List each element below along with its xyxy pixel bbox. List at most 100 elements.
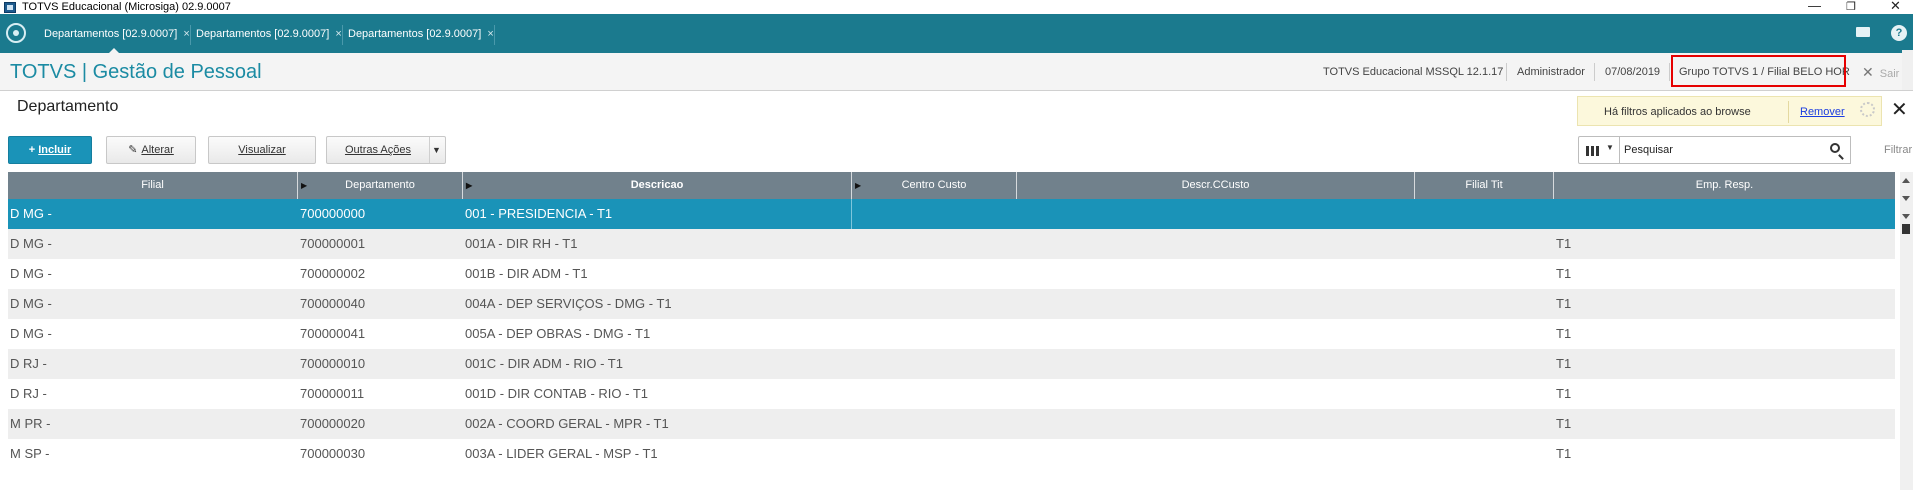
table-row[interactable]: D MG - 700000002 001B - DIR ADM - T1 T1 <box>8 259 1895 289</box>
plus-icon: + <box>28 144 36 156</box>
filter-button[interactable]: Filtrar <box>1884 144 1912 156</box>
search-input[interactable] <box>1619 136 1851 164</box>
cell-descricao: 001C - DIR ADM - RIO - T1 <box>465 356 623 371</box>
column-header-departamento[interactable]: ▶ Departamento <box>298 172 463 199</box>
cell-descricao: 001D - DIR CONTAB - RIO - T1 <box>465 386 648 401</box>
view-label: Visualizar <box>238 144 286 156</box>
tab-departamentos-2[interactable]: Departamentos [02.9.0007] × <box>192 23 342 45</box>
cell-emp-resp: T1 <box>1556 386 1572 401</box>
column-header-label: Emp. Resp. <box>1695 179 1754 191</box>
column-expand-icon[interactable]: ▶ <box>301 172 307 199</box>
cell-descricao: 003A - LIDER GERAL - MSP - T1 <box>465 446 658 461</box>
column-header-label: Descr.CCusto <box>1181 179 1250 191</box>
other-actions-button[interactable]: Outras Ações ▼ <box>326 136 446 164</box>
column-header-filial-tit[interactable]: Filial Tit <box>1415 172 1554 199</box>
column-header-label: Filial Tit <box>1465 179 1503 191</box>
table-row[interactable]: D MG - 700000001 001A - DIR RH - T1 T1 <box>8 229 1895 259</box>
cell-departamento: 700000001 <box>300 236 366 251</box>
cell-emp-resp: T1 <box>1556 266 1572 281</box>
tab-label: Departamentos [02.9.0007] <box>348 28 482 40</box>
tab-close-icon[interactable]: × <box>335 28 341 40</box>
minimize-icon[interactable]: — <box>1808 0 1821 13</box>
table-row[interactable]: M PR - 700000020 002A - COORD GERAL - MP… <box>8 409 1895 439</box>
column-header-centro-custo[interactable]: ▶ Centro Custo <box>852 172 1017 199</box>
remove-filter-link[interactable]: Remover <box>1800 106 1845 118</box>
include-label: Incluir <box>38 144 72 156</box>
mail-icon[interactable] <box>1856 27 1870 37</box>
cell-descricao: 004A - DEP SERVIÇOS - DMG - T1 <box>465 296 672 311</box>
cell-filial: M SP - <box>10 446 50 461</box>
scroll-page-down-icon[interactable] <box>1902 214 1910 219</box>
include-button[interactable]: + Incluir <box>8 136 92 164</box>
column-header-descr-ccusto[interactable]: Descr.CCusto <box>1017 172 1415 199</box>
tab-departamentos-1[interactable]: Departamentos [02.9.0007] × <box>40 23 190 54</box>
scroll-end-icon[interactable] <box>1902 224 1910 234</box>
cell-divider <box>851 199 852 229</box>
cell-descricao: 002A - COORD GERAL - MPR - T1 <box>465 416 669 431</box>
search-icon[interactable] <box>1830 143 1840 153</box>
cell-emp-resp: T1 <box>1556 296 1572 311</box>
cell-descricao: 001 - PRESIDENCIA - T1 <box>465 206 613 221</box>
table-row-selected[interactable]: D MG - 700000000 001 - PRESIDENCIA - T1 <box>8 199 1895 229</box>
cell-filial: D MG - <box>10 266 52 281</box>
cell-emp-resp: T1 <box>1556 356 1572 371</box>
tab-divider <box>190 25 191 45</box>
filter-notice-divider <box>1788 101 1789 123</box>
tab-departamentos-3[interactable]: Departamentos [02.9.0007] × <box>344 23 494 45</box>
cell-filial: D MG - <box>10 326 52 341</box>
restore-icon[interactable]: ❐ <box>1846 0 1856 13</box>
column-header-descricao[interactable]: ▶ Descricao <box>463 172 852 199</box>
pencil-icon: ✎ <box>128 144 138 156</box>
tab-close-icon[interactable]: × <box>487 28 493 40</box>
close-browse-icon[interactable]: ✕ <box>1891 97 1908 122</box>
table-row[interactable]: M SP - 700000030 003A - LIDER GERAL - MS… <box>8 439 1895 469</box>
edit-label: Alterar <box>141 144 174 156</box>
column-expand-icon[interactable]: ▶ <box>855 172 861 199</box>
highlight-box <box>1671 55 1846 87</box>
help-icon[interactable]: ? <box>1891 25 1907 41</box>
table-row[interactable]: D MG - 700000041 005A - DEP OBRAS - DMG … <box>8 319 1895 349</box>
settings-gear-icon[interactable] <box>1860 102 1875 117</box>
header-divider <box>1669 63 1670 81</box>
header-divider <box>1594 63 1595 81</box>
cell-descricao: 001B - DIR ADM - T1 <box>465 266 588 281</box>
cell-departamento: 700000010 <box>300 356 366 371</box>
cell-filial: D RJ - <box>10 356 47 371</box>
exit-button[interactable]: ✕ Sair <box>1862 64 1899 81</box>
scroll-up-icon[interactable] <box>1902 178 1910 183</box>
window-titlebar: TOTVS Educacional (Microsiga) 02.9.0007 … <box>0 0 1913 14</box>
edit-button[interactable]: ✎ Alterar <box>106 136 196 164</box>
cell-filial: D MG - <box>10 296 52 311</box>
environment-label: TOTVS Educacional MSSQL 12.1.17 <box>1323 66 1504 78</box>
scroll-down-icon[interactable] <box>1902 196 1910 201</box>
column-header-filial[interactable]: Filial <box>8 172 298 199</box>
tab-label: Departamentos [02.9.0007] <box>196 28 330 40</box>
filter-notice: Há filtros aplicados ao browse Remover <box>1577 96 1882 126</box>
column-header-label: Departamento <box>345 179 415 191</box>
cell-emp-resp: T1 <box>1556 236 1572 251</box>
column-header-label: Filial <box>141 179 164 191</box>
filter-notice-text: Há filtros aplicados ao browse <box>1604 106 1751 118</box>
exit-label: Sair <box>1879 68 1900 80</box>
table-row[interactable]: D MG - 700000040 004A - DEP SERVIÇOS - D… <box>8 289 1895 319</box>
header-scrollbar[interactable] <box>1902 50 1913 90</box>
grid-header: Filial ▶ Departamento ▶ Descricao ▶ Centro … <box>8 172 1895 199</box>
column-view-selector[interactable]: ▼ <box>1578 136 1620 164</box>
table-row[interactable]: D RJ - 700000011 001D - DIR CONTAB - RIO… <box>8 379 1895 409</box>
header-divider <box>1506 63 1507 81</box>
totvs-home-icon[interactable] <box>6 23 26 43</box>
tab-close-icon[interactable]: × <box>183 28 189 40</box>
cell-departamento: 700000000 <box>300 206 366 221</box>
window-close-icon[interactable]: ✕ <box>1890 0 1901 14</box>
tab-divider <box>494 25 495 45</box>
window-title: TOTVS Educacional (Microsiga) 02.9.0007 <box>22 1 231 13</box>
view-button[interactable]: Visualizar <box>208 136 316 164</box>
column-header-emp-resp[interactable]: Emp. Resp. <box>1554 172 1895 199</box>
table-row[interactable]: D RJ - 700000010 001C - DIR ADM - RIO - … <box>8 349 1895 379</box>
tab-label: Departamentos [02.9.0007] <box>44 28 178 40</box>
cell-descricao: 005A - DEP OBRAS - DMG - T1 <box>465 326 651 341</box>
dropdown-caret-icon[interactable]: ▼ <box>429 137 443 163</box>
grid-scrollbar[interactable] <box>1900 172 1913 490</box>
cell-departamento: 700000041 <box>300 326 366 341</box>
column-expand-icon[interactable]: ▶ <box>466 172 472 199</box>
